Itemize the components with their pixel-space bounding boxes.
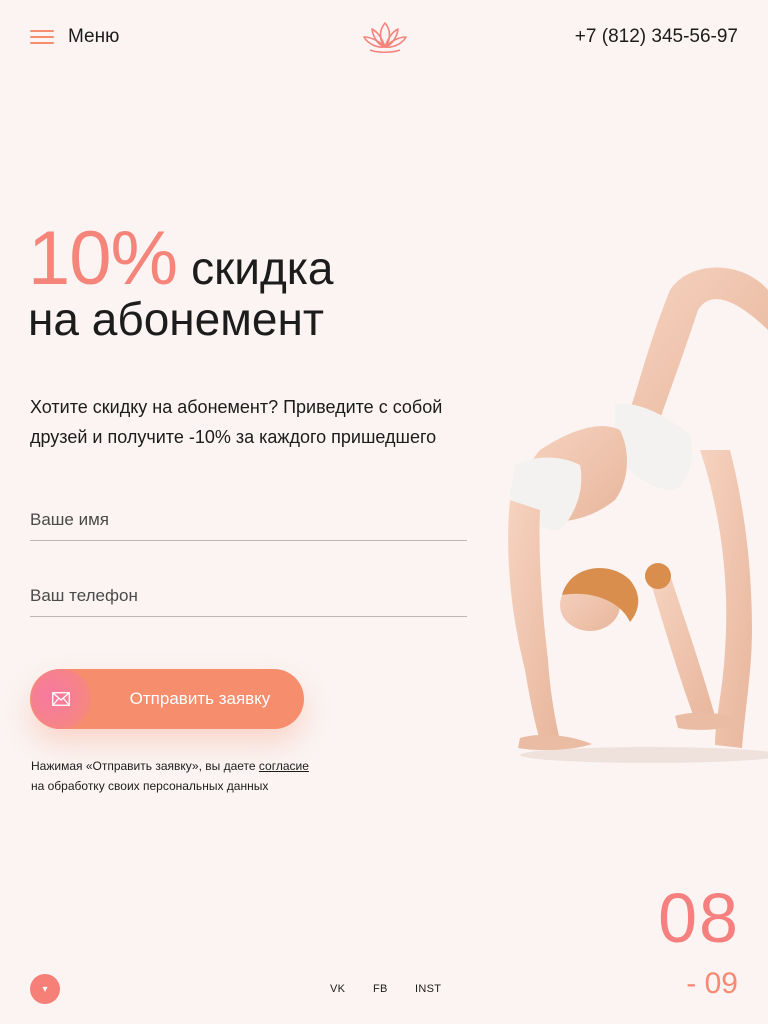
hamburger-icon xyxy=(30,28,54,46)
consent-text: Нажимая «Отправить заявку», вы даете сог… xyxy=(31,756,309,796)
title-line1: скидка xyxy=(191,242,334,294)
discount-value: 10% xyxy=(28,216,178,301)
yoga-woman-image xyxy=(508,267,768,763)
hero-title: 10% скидка на абонемент xyxy=(28,221,334,345)
submit-button[interactable]: Отправить заявку xyxy=(30,669,304,729)
name-field[interactable] xyxy=(30,500,467,541)
title-line2: на абонемент xyxy=(28,293,324,345)
menu-label: Меню xyxy=(68,26,120,47)
phone-field[interactable] xyxy=(30,576,467,617)
social-link-inst[interactable]: INST xyxy=(415,983,441,995)
submit-label: Отправить заявку xyxy=(129,689,271,708)
menu-button[interactable]: Меню xyxy=(30,26,119,48)
phone-link[interactable]: +7 (812) 345-56-97 xyxy=(575,26,738,48)
consent-prefix: Нажимая «Отправить заявку», вы даете xyxy=(31,759,256,773)
consent-link[interactable]: согласие xyxy=(259,759,309,773)
social-link-fb[interactable]: FB xyxy=(373,983,388,995)
consent-suffix: на обработку своих персональных данных xyxy=(31,779,269,793)
envelope-icon xyxy=(31,669,91,729)
scroll-down-button[interactable]: ▾ xyxy=(30,974,60,1004)
social-link-vk[interactable]: VK xyxy=(330,983,345,995)
slide-counter-current: 08 xyxy=(658,879,740,957)
promo-description: Хотите скидку на абонемент? Приведите с … xyxy=(30,397,443,447)
slide-counter-total: - 09 xyxy=(686,967,738,1000)
chevron-down-icon: ▾ xyxy=(42,983,48,995)
site-header: Меню +7 (812) 345-56-97 xyxy=(0,0,768,76)
lotus-logo-icon[interactable] xyxy=(360,20,410,54)
